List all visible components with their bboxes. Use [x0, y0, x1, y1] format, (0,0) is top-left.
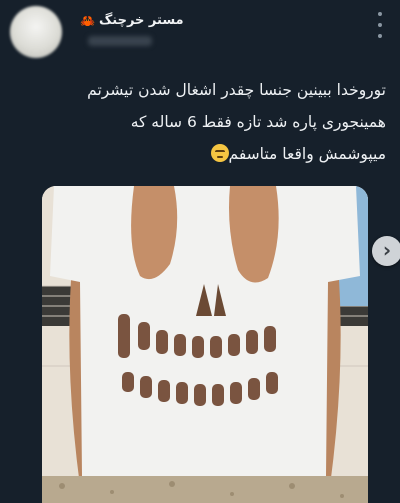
author-handle-blurred: [88, 36, 152, 46]
next-image-button[interactable]: ›: [372, 236, 400, 266]
tweet-photo[interactable]: [42, 186, 368, 503]
chevron-right-icon: ›: [382, 238, 392, 262]
more-options-icon[interactable]: [376, 12, 384, 38]
crab-icon: 🦀: [80, 13, 95, 28]
author-name-row[interactable]: مستر خرچنگ 🦀: [80, 13, 184, 28]
tweet-line-3: میپوشمش واقعا متاسفم: [18, 138, 386, 170]
tweet-text: توروخدا ببینین جنسا چقدر اشغال شدن تیشرت…: [18, 74, 386, 170]
tweet-line-3-text: میپوشمش واقعا متاسفم: [228, 145, 386, 163]
author-display-name[interactable]: مستر خرچنگ: [99, 13, 184, 28]
tweet-line-2: همینجوری پاره شد تازه فقط 6 ساله که: [130, 113, 386, 131]
unamused-face-emoji-icon: [210, 144, 229, 162]
avatar[interactable]: [10, 6, 62, 58]
tweet-line-1: توروخدا ببینین جنسا چقدر اشغال شدن تیشرت…: [87, 81, 386, 99]
tshirt-skull-image: [42, 186, 368, 503]
